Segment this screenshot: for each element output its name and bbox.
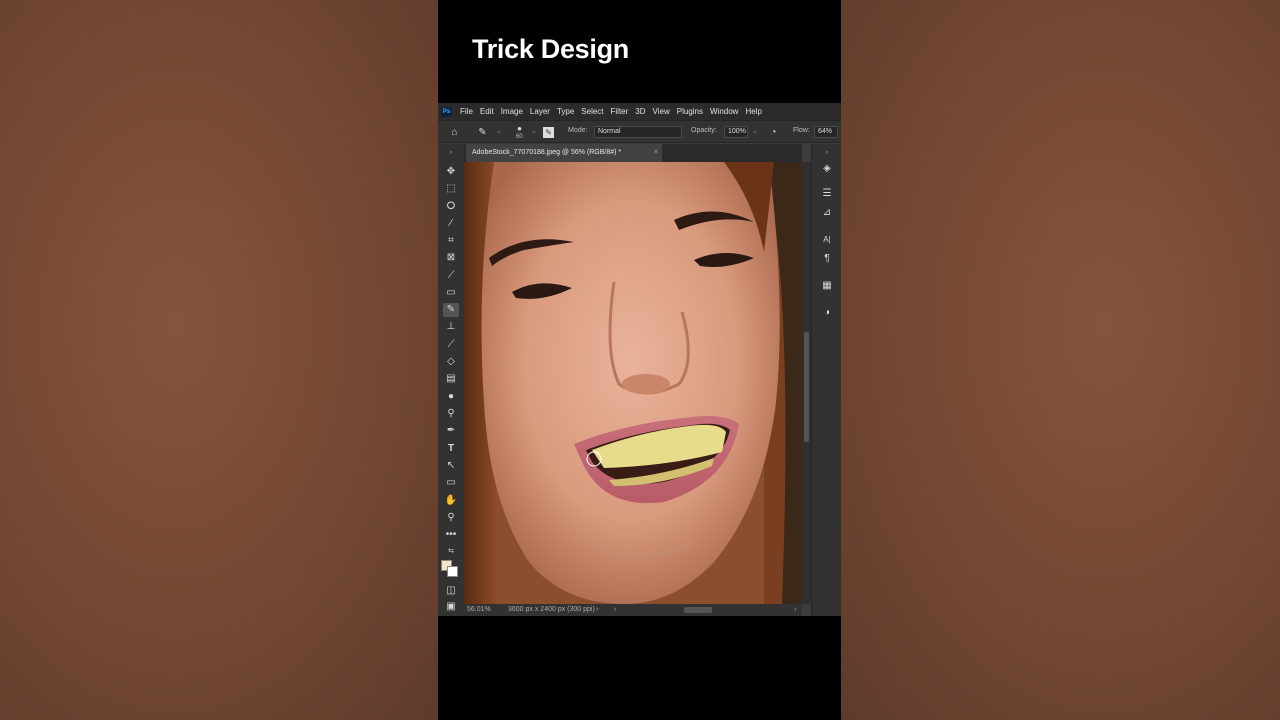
lasso-icon[interactable]: ⵔ xyxy=(443,200,459,214)
brush-icon[interactable]: ✎ xyxy=(443,303,459,317)
dodge-icon[interactable]: ⚲ xyxy=(443,407,459,421)
horizontal-scrollbar-thumb[interactable] xyxy=(684,607,712,613)
chevron-down-icon[interactable]: ⌄ xyxy=(496,127,502,135)
properties-icon[interactable]: ◑ xyxy=(820,306,834,320)
blur-icon[interactable]: ● xyxy=(443,390,459,404)
adjustments-icon[interactable]: ☰ xyxy=(820,187,834,201)
pressure-opacity-icon[interactable]: ◔ xyxy=(767,126,780,139)
menu-file[interactable]: File xyxy=(460,107,473,116)
blurred-background-right xyxy=(841,0,1280,720)
photoshop-logo-icon: Ps xyxy=(441,106,452,117)
video-frame: Trick Design Ps File Edit Image Layer Ty… xyxy=(438,0,841,720)
path-select-icon[interactable]: ↖ xyxy=(443,459,459,473)
document-canvas[interactable] xyxy=(464,162,802,604)
brush-settings-icon[interactable]: ✎ xyxy=(543,127,554,138)
close-icon[interactable]: × xyxy=(654,144,658,162)
blurred-background-left xyxy=(0,0,438,720)
menu-image[interactable]: Image xyxy=(501,107,523,116)
opacity-label: Opacity: xyxy=(691,127,717,134)
chevron-right-icon[interactable]: › xyxy=(794,604,796,616)
hand-icon[interactable]: ✋ xyxy=(443,494,459,508)
screen-mode-icon[interactable]: ▣ xyxy=(443,600,459,614)
flow-label: Flow: xyxy=(793,127,810,134)
menu-type[interactable]: Type xyxy=(557,107,574,116)
mode-select[interactable]: Normal xyxy=(594,126,682,138)
menu-edit[interactable]: Edit xyxy=(480,107,494,116)
chevron-right-icon[interactable]: › xyxy=(596,604,598,616)
menu-filter[interactable]: Filter xyxy=(611,107,629,116)
patch-icon[interactable]: ▭ xyxy=(443,286,459,300)
video-title: Trick Design xyxy=(472,34,629,64)
brush-size: 60 xyxy=(516,134,523,140)
chevron-down-icon[interactable]: ⌄ xyxy=(752,127,758,135)
chevron-down-icon[interactable]: ⌄ xyxy=(531,127,537,135)
menu-help[interactable]: Help xyxy=(745,107,761,116)
eraser-icon[interactable]: ◇ xyxy=(443,355,459,369)
history-brush-icon[interactable]: ⟋ xyxy=(443,338,459,352)
home-icon[interactable]: ⌂ xyxy=(448,126,461,139)
document-tab-title: AdobeStock_77070188.jpeg @ 56% (RGB/8#) … xyxy=(472,149,622,156)
opacity-field[interactable]: 100% xyxy=(724,126,748,138)
menu-3d[interactable]: 3D xyxy=(635,107,645,116)
menu-plugins[interactable]: Plugins xyxy=(677,107,703,116)
frame-icon[interactable]: ⊠ xyxy=(443,251,459,265)
menu-view[interactable]: View xyxy=(653,107,670,116)
vertical-scrollbar[interactable] xyxy=(802,162,811,604)
brush-settings-panel-icon[interactable]: ⊿ xyxy=(820,206,834,220)
menu-select[interactable]: Select xyxy=(581,107,603,116)
stamp-icon[interactable]: ⊥ xyxy=(443,320,459,334)
swap-colors-icon[interactable]: ⇆ xyxy=(443,545,459,559)
chevron-left-icon[interactable]: ‹ xyxy=(614,604,616,616)
eyedropper-icon[interactable]: ⟋ xyxy=(443,269,459,283)
tools-panel: » ✥ ⬚ ⵔ ⁄ ⌗ ⊠ ⟋ ▭ ✎ ⊥ ⟋ ◇ ▤ ● ⚲ ✒ T ↖ ▭ … xyxy=(438,144,464,616)
options-bar: ⌂ ✎ ⌄ ● 60 ⌄ ✎ Mode: Normal Opacity: 100… xyxy=(438,120,841,143)
scrollbar-thumb[interactable] xyxy=(804,332,809,442)
menu-window[interactable]: Window xyxy=(710,107,738,116)
table-icon[interactable]: ▦ xyxy=(820,279,834,293)
quick-mask-icon[interactable]: ◫ xyxy=(443,584,459,598)
document-tab[interactable]: AdobeStock_77070188.jpeg @ 56% (RGB/8#) … xyxy=(466,144,662,162)
gradient-icon[interactable]: ▤ xyxy=(443,372,459,386)
flow-field[interactable]: 64% xyxy=(814,126,838,138)
more-tools-icon[interactable]: ••• xyxy=(443,528,459,542)
brush-preset-icon[interactable]: ✎ xyxy=(476,126,489,139)
background-color-swatch[interactable] xyxy=(447,566,458,577)
collapse-icon[interactable]: « xyxy=(820,146,834,160)
pen-icon[interactable]: ✒ xyxy=(443,424,459,438)
quick-select-icon[interactable]: ⁄ xyxy=(443,217,459,231)
zoom-level[interactable]: 56.01% xyxy=(467,604,491,616)
rectangle-icon[interactable]: ▭ xyxy=(443,476,459,490)
document-tab-bar: AdobeStock_77070188.jpeg @ 56% (RGB/8#) … xyxy=(464,144,802,162)
mode-label: Mode: xyxy=(568,127,588,134)
zoom-icon[interactable]: ⚲ xyxy=(443,511,459,525)
collapse-icon[interactable]: » xyxy=(443,146,459,160)
portrait-photo xyxy=(464,162,802,604)
document-dimensions: 3600 px x 2400 px (300 ppi) xyxy=(508,606,595,613)
menu-layer[interactable]: Layer xyxy=(530,107,550,116)
character-icon[interactable]: A| xyxy=(820,233,834,247)
panel-dock: « ◈ ☰ ⊿ A| ¶ ▦ ◑ xyxy=(811,144,841,616)
menu-bar: Ps File Edit Image Layer Type Select Fil… xyxy=(438,103,841,120)
move-icon[interactable]: ✥ xyxy=(443,165,459,179)
layers-icon[interactable]: ◈ xyxy=(820,162,834,176)
type-icon[interactable]: T xyxy=(443,442,459,456)
photoshop-window: Ps File Edit Image Layer Type Select Fil… xyxy=(438,103,841,616)
status-bar: 56.01% 3600 px x 2400 px (300 ppi) › ‹ › xyxy=(464,604,802,616)
crop-icon[interactable]: ⌗ xyxy=(443,234,459,248)
marquee-icon[interactable]: ⬚ xyxy=(443,182,459,196)
paragraph-icon[interactable]: ¶ xyxy=(820,252,834,266)
